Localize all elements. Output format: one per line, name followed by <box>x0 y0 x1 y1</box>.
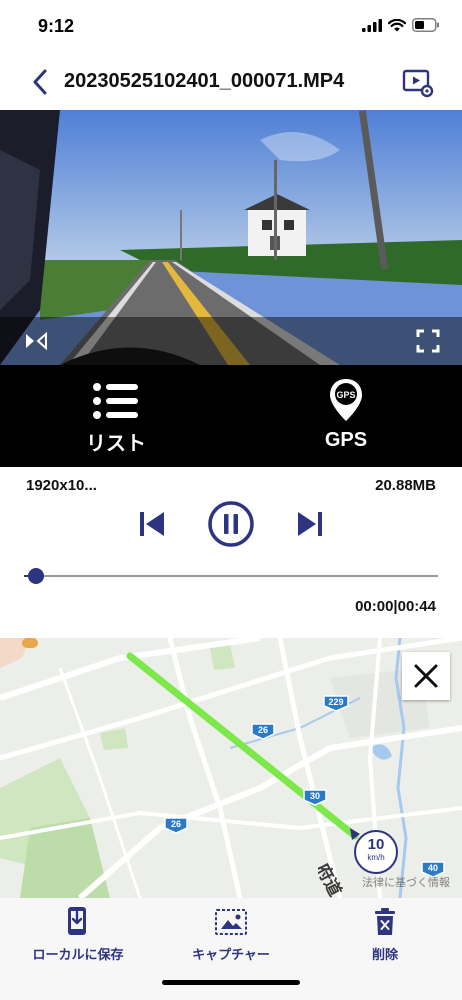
gps-label: GPS <box>324 429 368 451</box>
gps-map[interactable]: 229 26 26 30 40 府道 10 km/h 法律に基づく情報 <box>0 638 462 898</box>
video-settings-button[interactable] <box>402 68 434 98</box>
next-icon[interactable] <box>294 508 326 540</box>
close-map-button[interactable] <box>402 652 450 700</box>
seek-bar[interactable] <box>24 566 440 586</box>
bottom-toolbar: ローカルに保存 キャプチャー 削除 <box>0 898 462 1000</box>
save-local-label: ローカルに保存 <box>32 947 124 962</box>
speed-badge: 10 km/h <box>354 830 398 874</box>
seek-track <box>34 575 438 577</box>
speed-unit: km/h <box>367 853 385 862</box>
route-shield-2: 26 <box>251 723 275 740</box>
page-title: 20230525102401_000071.MP4 <box>64 70 345 92</box>
phone-download-icon <box>68 907 86 935</box>
list-icon <box>93 383 138 419</box>
gps-pin-icon: GPS <box>330 379 362 421</box>
save-local-button[interactable]: ローカルに保存 <box>8 904 148 964</box>
status-time: 9:12 <box>38 16 75 36</box>
time-readout: 00:00|00:44 <box>355 598 436 615</box>
chevron-left-icon <box>33 69 47 95</box>
speed-value: 10 <box>367 836 385 853</box>
wifi-icon <box>388 18 406 31</box>
close-icon <box>414 664 438 688</box>
list-button[interactable]: リスト <box>16 365 216 467</box>
delete-label: 削除 <box>371 947 398 962</box>
signal-icon <box>362 18 382 32</box>
road-name-label: 府道 <box>318 860 346 898</box>
playback-controls <box>0 498 462 550</box>
gps-button[interactable]: GPS GPS <box>246 365 446 467</box>
file-size-text: 20.88MB <box>375 477 436 494</box>
route-label-1: 229 <box>328 697 343 707</box>
previous-icon[interactable] <box>136 508 168 540</box>
fullscreen-icon[interactable] <box>416 329 440 353</box>
list-label: リスト <box>86 433 146 455</box>
seek-thumb[interactable] <box>28 568 44 584</box>
route-shield-1: 229 <box>323 695 349 712</box>
home-indicator <box>162 980 300 985</box>
route-label-4: 30 <box>310 791 320 801</box>
status-bar: 9:12 <box>0 0 462 56</box>
mirror-flip-icon[interactable] <box>22 331 50 351</box>
status-icons <box>362 18 440 32</box>
route-label-2: 26 <box>258 725 268 735</box>
route-label-3: 26 <box>171 819 181 829</box>
nav-bar: 20230525102401_000071.MP4 <box>0 56 462 110</box>
capture-icon <box>215 909 247 935</box>
route-shield-3: 26 <box>164 817 188 834</box>
back-button[interactable] <box>26 66 54 98</box>
gps-pin-text: GPS <box>336 390 355 400</box>
capture-button[interactable]: キャプチャー <box>161 904 301 964</box>
battery-icon <box>412 18 439 32</box>
route-shield-4: 30 <box>303 789 327 806</box>
file-info: 1920x10... 20.88MB <box>0 475 462 499</box>
resolution-text: 1920x10... <box>26 477 97 494</box>
pause-icon[interactable] <box>207 500 255 548</box>
video-player[interactable] <box>0 110 462 365</box>
route-label-5: 40 <box>428 863 438 873</box>
video-settings-icon <box>402 69 434 98</box>
player-action-bar: リスト GPS GPS <box>0 365 462 467</box>
road-name: 府道 <box>318 860 346 898</box>
map-legal-notice[interactable]: 法律に基づく情報 <box>362 874 450 890</box>
delete-button[interactable]: 削除 <box>315 904 455 964</box>
capture-label: キャプチャー <box>192 947 270 962</box>
trash-icon <box>375 908 395 935</box>
video-overlay-bar <box>0 317 462 365</box>
